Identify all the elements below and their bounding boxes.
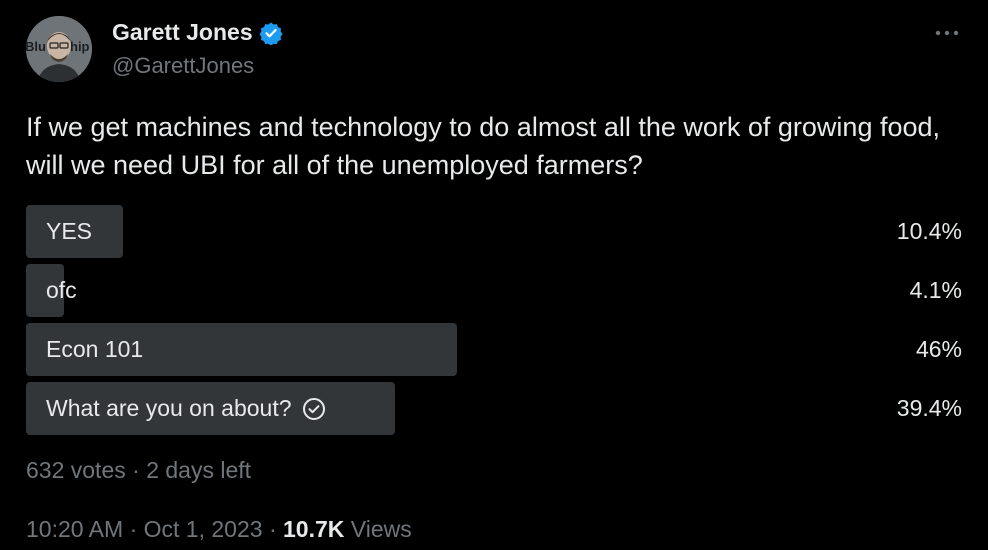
tweet-text: If we get machines and technology to do …: [26, 112, 941, 180]
poll-option-label: YES: [46, 205, 92, 258]
tweet-time[interactable]: 10:20 AM: [26, 516, 123, 542]
author-handle[interactable]: @GarettJones: [112, 53, 254, 79]
poll-option-text: YES: [46, 218, 93, 244]
poll-option-label: Econ 101: [46, 323, 143, 376]
poll-option-percent: 39.4%: [896, 395, 962, 421]
author-display-name[interactable]: Garett Jones: [112, 19, 253, 46]
verified-badge-icon[interactable]: [259, 21, 283, 45]
poll-option-what-are-you-on-about: What are you on about? 39.4%: [26, 382, 962, 435]
poll-time-left: 2 days left: [146, 457, 252, 483]
selected-check-icon: [302, 397, 326, 421]
svg-text:Blu: Blu: [26, 39, 46, 54]
avatar[interactable]: Blu hip: [26, 16, 92, 82]
poll-option-text: What are you on about?: [46, 395, 292, 421]
separator: ·: [123, 516, 144, 542]
more-options-icon[interactable]: [930, 18, 964, 48]
poll-votes: 632 votes: [26, 457, 126, 483]
poll: YES 10.4% ofc 4.1% Econ 101 46% What are…: [26, 205, 962, 441]
author-name-row[interactable]: Garett Jones: [112, 19, 283, 46]
avatar-photo: Blu hip: [26, 16, 92, 82]
poll-option-econ-101: Econ 101 46%: [26, 323, 962, 376]
poll-option-percent: 10.4%: [896, 218, 962, 244]
poll-option-percent: 46%: [915, 336, 962, 362]
views-label: Views: [344, 516, 412, 542]
svg-text:hip: hip: [70, 39, 90, 54]
tweet-meta: 10:20 AM · Oct 1, 2023 · 10.7K Views: [26, 516, 412, 543]
poll-option-label: ofc: [46, 264, 77, 317]
poll-option-label: What are you on about?: [46, 382, 326, 435]
poll-option-percent: 4.1%: [909, 277, 962, 303]
poll-option-text: ofc: [46, 277, 77, 303]
tweet-date[interactable]: Oct 1, 2023: [144, 516, 263, 542]
poll-option-ofc: ofc 4.1%: [26, 264, 962, 317]
separator: ·: [262, 516, 284, 542]
views-count: 10.7K: [283, 516, 345, 542]
poll-option-text: Econ 101: [46, 336, 144, 362]
poll-meta: 632 votes · 2 days left: [26, 457, 251, 484]
separator: ·: [125, 457, 147, 483]
poll-option-yes: YES 10.4%: [26, 205, 962, 258]
